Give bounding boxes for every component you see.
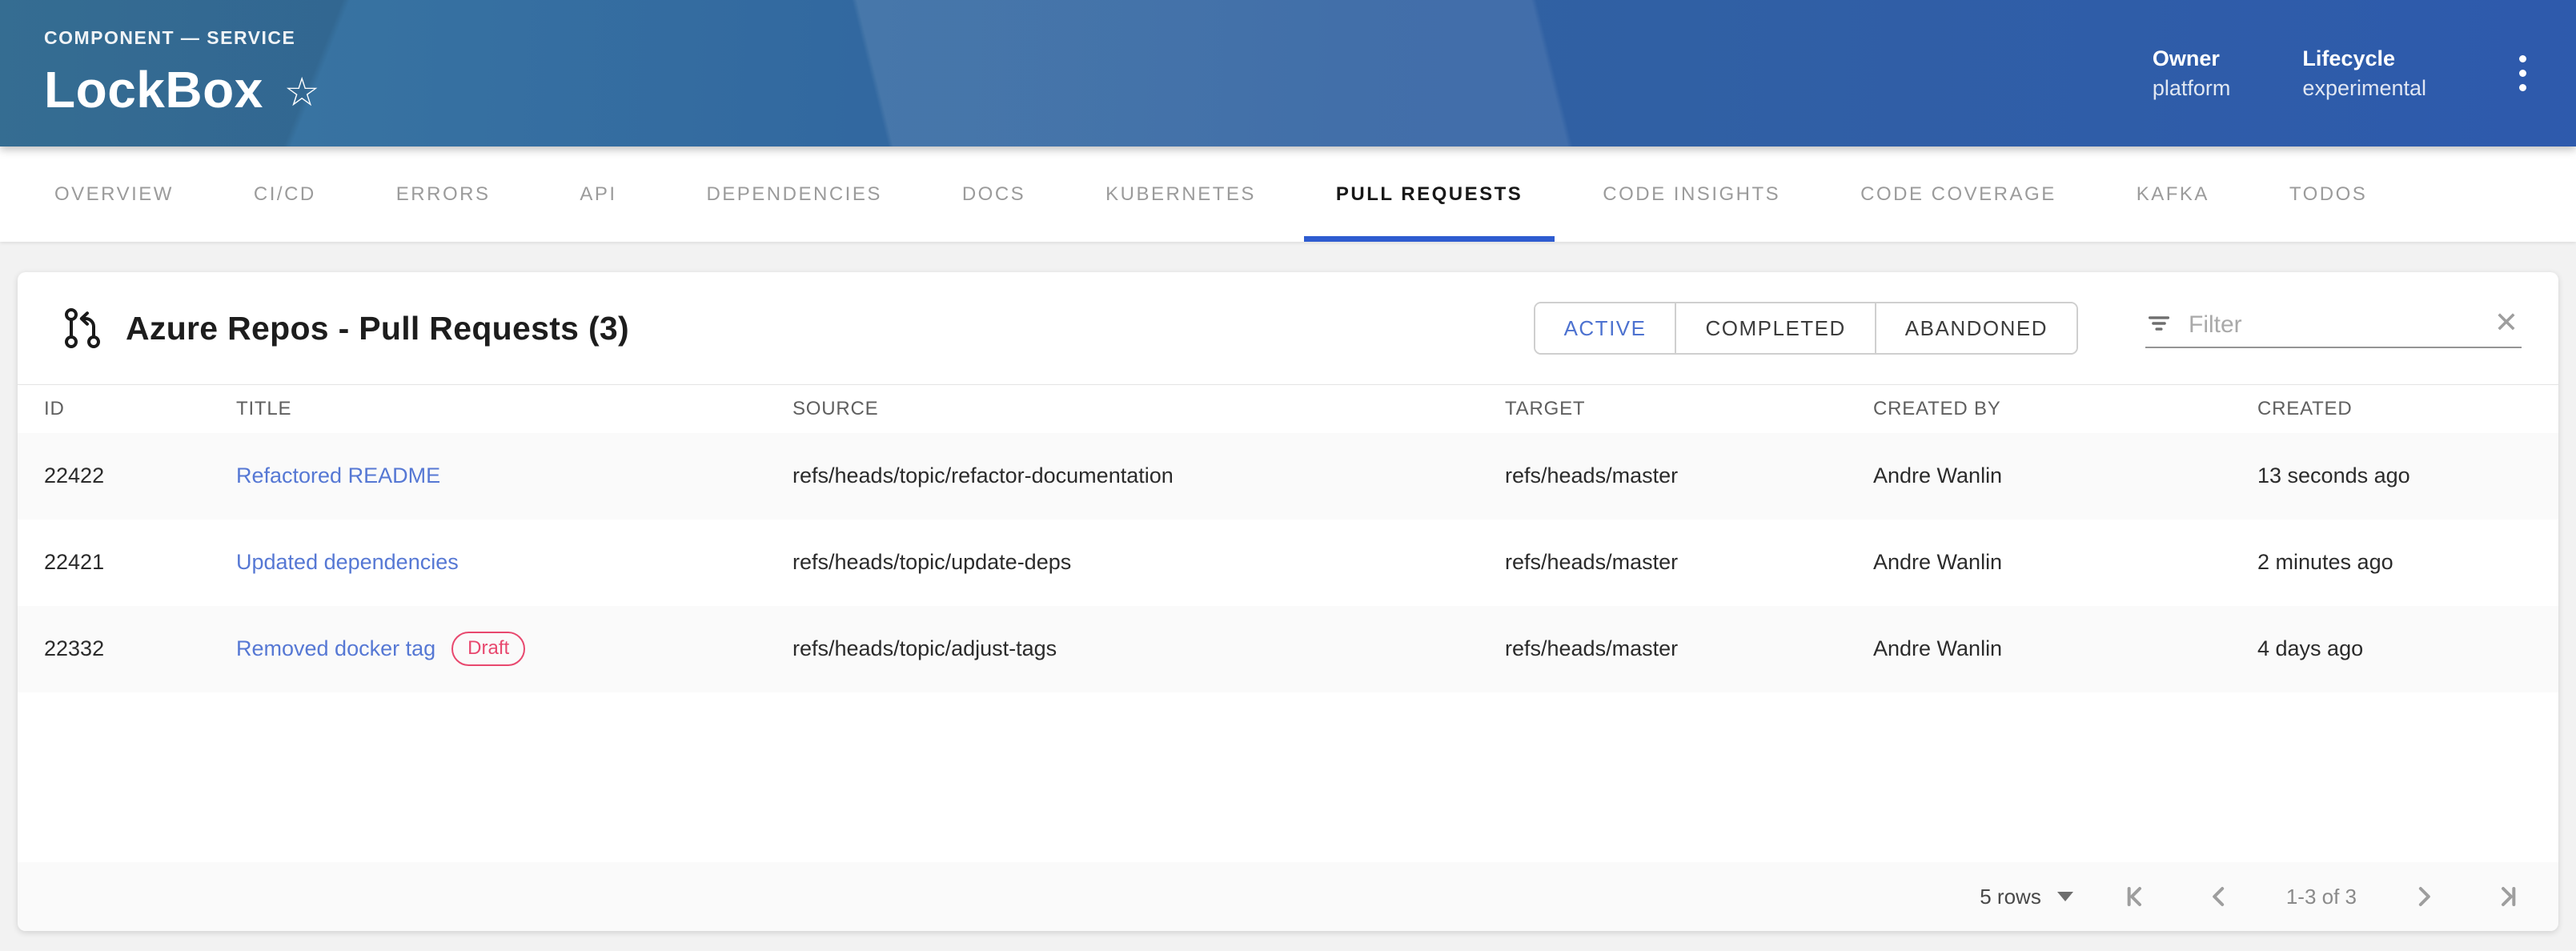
- page-title: LockBox: [44, 60, 263, 119]
- lifecycle-label: Lifecycle: [2302, 46, 2426, 71]
- pr-created: 13 seconds ago: [2231, 433, 2558, 520]
- pr-id: 22422: [18, 433, 210, 520]
- pr-title-link[interactable]: Removed docker tag: [236, 636, 435, 661]
- pr-created-by: Andre Wanlin: [1847, 433, 2231, 520]
- pull-requests-card: Azure Repos - Pull Requests (3) ACTIVE C…: [18, 272, 2558, 931]
- owner-meta: Owner platform: [2153, 46, 2231, 101]
- status-filter-group: ACTIVE COMPLETED ABANDONED: [1534, 302, 2078, 355]
- app-root: COMPONENT — SERVICE LockBox ☆ Owner plat…: [0, 0, 2576, 951]
- rows-per-page-select[interactable]: 5 rows: [1980, 885, 2073, 909]
- card-title: Azure Repos - Pull Requests (3): [126, 310, 629, 347]
- chevron-left-icon[interactable]: [2203, 881, 2235, 913]
- git-pull-request-icon: [62, 306, 103, 351]
- card-header-left: Azure Repos - Pull Requests (3): [62, 306, 629, 351]
- pr-title-link[interactable]: Refactored README: [236, 463, 440, 488]
- tab-kafka[interactable]: KAFKA: [2097, 146, 2249, 242]
- pagination-controls: 1-3 of 3: [2120, 881, 2523, 913]
- lifecycle-meta: Lifecycle experimental: [2302, 46, 2426, 101]
- tab-code-insights[interactable]: CODE INSIGHTS: [1563, 146, 1820, 242]
- pr-id: 22332: [18, 606, 210, 692]
- filter-completed-button[interactable]: COMPLETED: [1676, 303, 1876, 353]
- pr-created: 2 minutes ago: [2231, 520, 2558, 606]
- table-pagination: 5 rows 1-3 of 3: [18, 862, 2558, 931]
- entity-tabs: OVERVIEW CI/CD ERRORS API DEPENDENCIES D…: [0, 146, 2576, 242]
- header-left: COMPONENT — SERVICE LockBox ☆: [44, 27, 320, 119]
- filter-active-button[interactable]: ACTIVE: [1535, 303, 1677, 353]
- filter-input[interactable]: [2189, 311, 2478, 339]
- breadcrumb: COMPONENT — SERVICE: [44, 27, 320, 49]
- last-page-icon[interactable]: [2491, 881, 2523, 913]
- pr-created-by: Andre Wanlin: [1847, 606, 2231, 692]
- tab-dependencies[interactable]: DEPENDENCIES: [666, 146, 921, 242]
- pagination-range: 1-3 of 3: [2286, 885, 2357, 909]
- rows-per-page-value: 5 rows: [1980, 885, 2041, 909]
- page-content: Azure Repos - Pull Requests (3) ACTIVE C…: [0, 242, 2576, 951]
- card-header: Azure Repos - Pull Requests (3) ACTIVE C…: [18, 272, 2558, 384]
- tab-code-coverage[interactable]: CODE COVERAGE: [1820, 146, 2097, 242]
- column-header-created-by: CREATED BY: [1847, 385, 2231, 433]
- pr-target: refs/heads/master: [1479, 433, 1847, 520]
- table-empty-space: [18, 692, 2558, 863]
- pr-target: refs/heads/master: [1479, 606, 1847, 692]
- lifecycle-value: experimental: [2302, 76, 2426, 101]
- filter-abandoned-button[interactable]: ABANDONED: [1876, 303, 2076, 353]
- kebab-menu-icon[interactable]: [2506, 44, 2539, 102]
- tab-docs[interactable]: DOCS: [922, 146, 1065, 242]
- tab-overview[interactable]: OVERVIEW: [14, 146, 214, 242]
- pr-target: refs/heads/master: [1479, 520, 1847, 606]
- tab-errors[interactable]: ERRORS: [356, 146, 531, 242]
- star-outline-icon[interactable]: ☆: [284, 67, 320, 112]
- tab-todos[interactable]: TODOS: [2249, 146, 2407, 242]
- filter-field: ✕: [2145, 308, 2522, 348]
- pr-created: 4 days ago: [2231, 606, 2558, 692]
- header-right: Owner platform Lifecycle experimental: [2153, 44, 2539, 102]
- owner-value: platform: [2153, 76, 2231, 101]
- table-row: 22421 Updated dependencies refs/heads/to…: [18, 520, 2558, 606]
- draft-badge: Draft: [451, 632, 525, 666]
- pr-source: refs/heads/topic/refactor-documentation: [766, 433, 1479, 520]
- column-header-target: TARGET: [1479, 385, 1847, 433]
- table-row: 22422 Refactored README refs/heads/topic…: [18, 433, 2558, 520]
- filter-list-icon: [2145, 310, 2173, 337]
- tab-kubernetes[interactable]: KUBERNETES: [1065, 146, 1296, 242]
- pr-source: refs/heads/topic/update-deps: [766, 520, 1479, 606]
- close-icon[interactable]: ✕: [2494, 308, 2522, 339]
- pr-source: refs/heads/topic/adjust-tags: [766, 606, 1479, 692]
- table-row: 22332 Removed docker tag Draft refs/head…: [18, 606, 2558, 692]
- pr-title-link[interactable]: Updated dependencies: [236, 550, 459, 574]
- tab-api[interactable]: API: [530, 146, 666, 242]
- tab-ci-cd[interactable]: CI/CD: [214, 146, 356, 242]
- entity-header: COMPONENT — SERVICE LockBox ☆ Owner plat…: [0, 0, 2576, 146]
- chevron-down-icon: [2057, 892, 2073, 901]
- first-page-icon[interactable]: [2120, 881, 2152, 913]
- table-header-row: ID TITLE SOURCE TARGET CREATED BY CREATE…: [18, 385, 2558, 433]
- pull-requests-table: ID TITLE SOURCE TARGET CREATED BY CREATE…: [18, 384, 2558, 692]
- title-row: LockBox ☆: [44, 60, 320, 119]
- column-header-id: ID: [18, 385, 210, 433]
- chevron-right-icon[interactable]: [2408, 881, 2440, 913]
- column-header-created: CREATED: [2231, 385, 2558, 433]
- card-header-right: ACTIVE COMPLETED ABANDONED: [1534, 302, 2522, 355]
- column-header-title: TITLE: [210, 385, 766, 433]
- column-header-source: SOURCE: [766, 385, 1479, 433]
- tab-pull-requests[interactable]: PULL REQUESTS: [1296, 146, 1563, 242]
- pr-id: 22421: [18, 520, 210, 606]
- pr-created-by: Andre Wanlin: [1847, 520, 2231, 606]
- owner-label: Owner: [2153, 46, 2231, 71]
